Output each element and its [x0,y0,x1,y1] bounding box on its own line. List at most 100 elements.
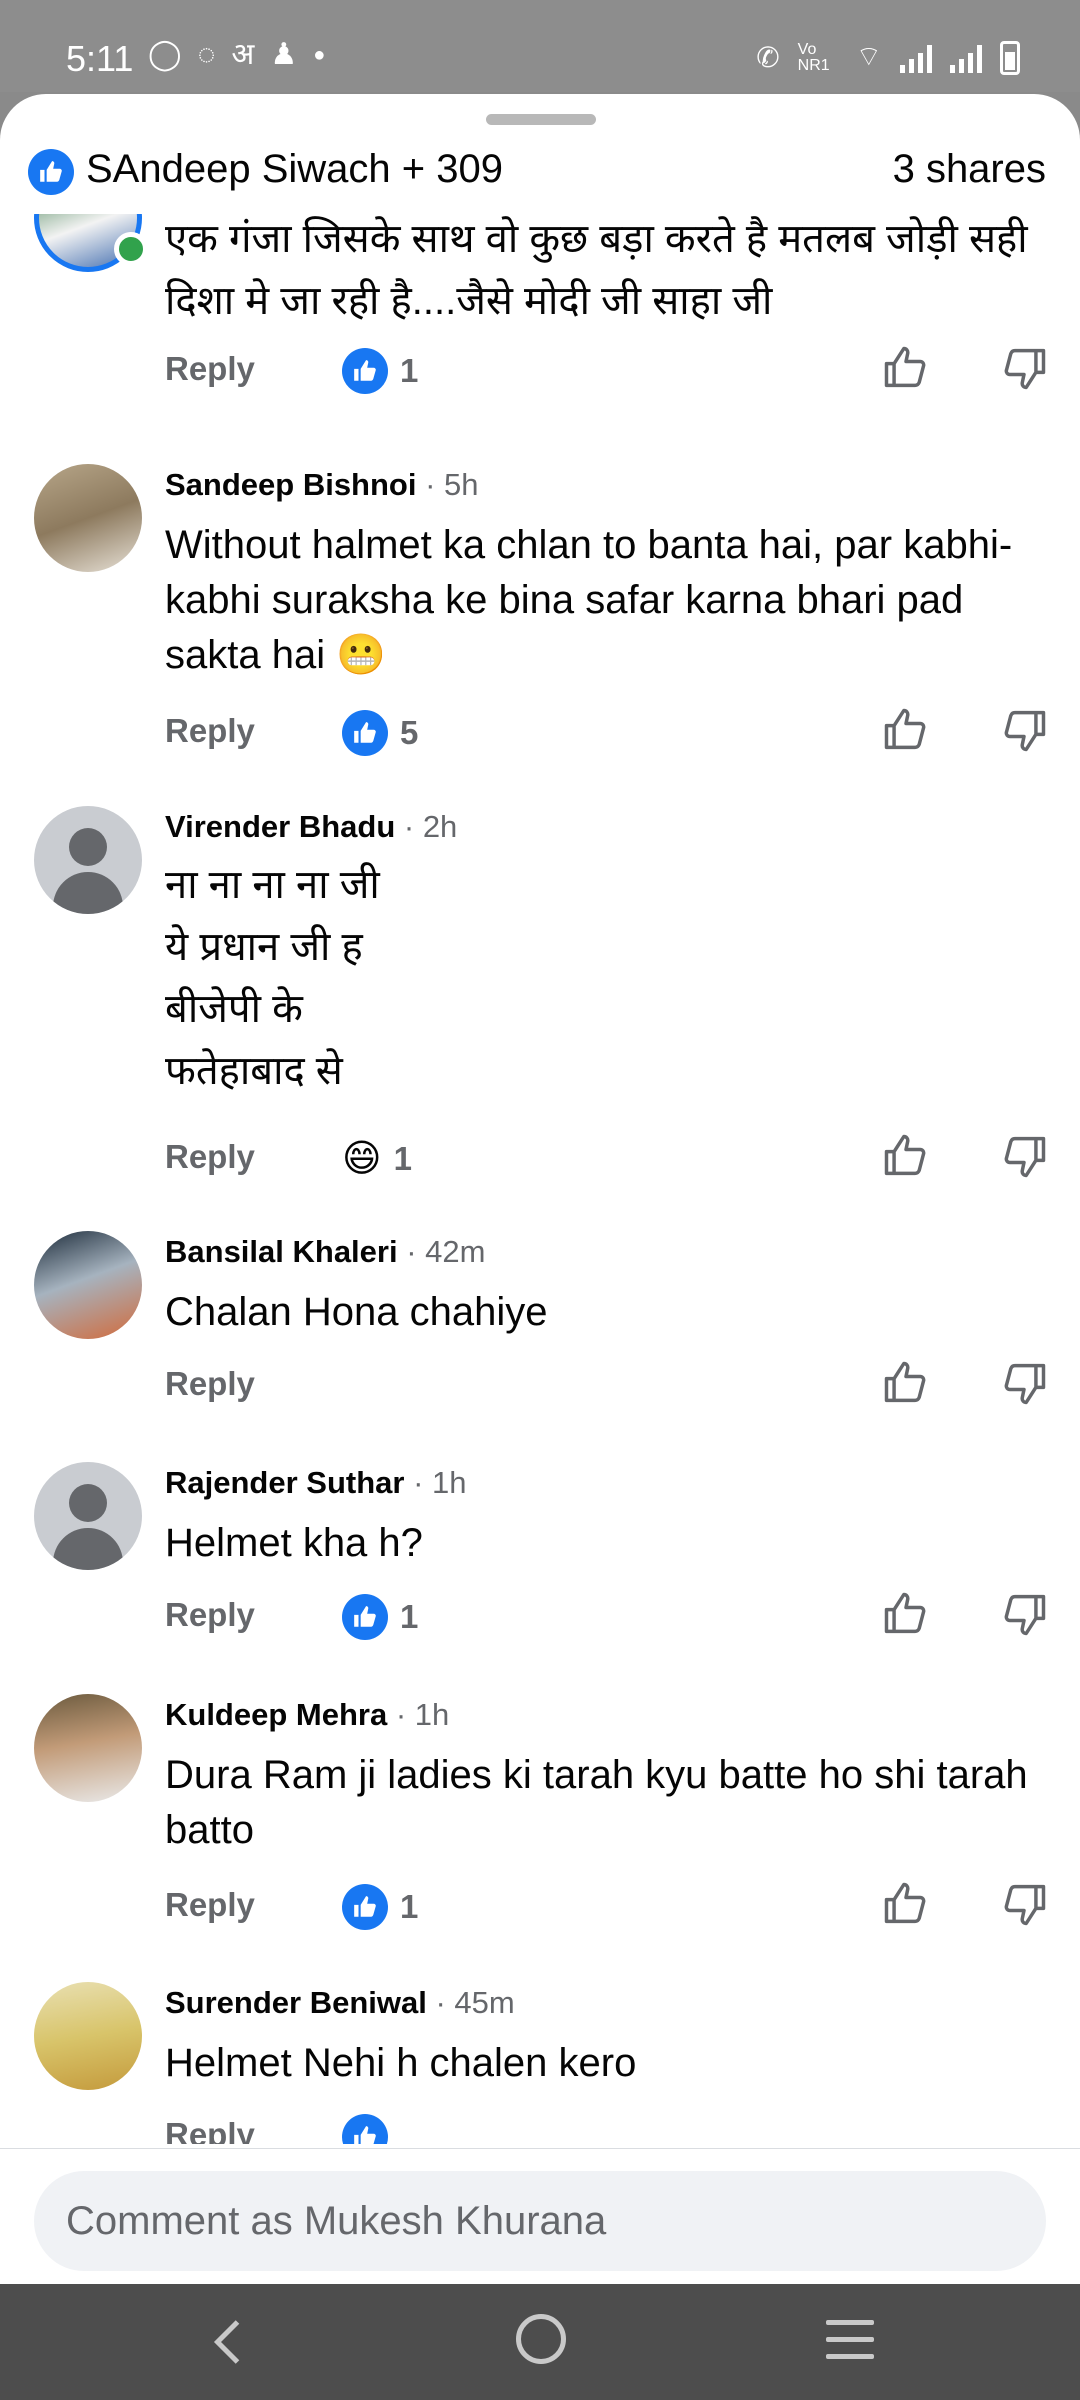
comment-author[interactable]: Surender Beniwal [165,1985,427,2020]
comment-item: Virender Bhadu · 2h ना ना ना ना जी ये प्… [0,806,1080,1196]
downvote-icon[interactable] [998,1588,1050,1640]
comment-line: फतेहाबाद से [165,1049,343,1093]
shares-count[interactable]: 3 shares [893,147,1046,192]
reply-button[interactable]: Reply [165,1365,255,1403]
signal-icon [950,43,982,73]
haha-reaction-icon: 😄 [342,1138,382,1180]
upvote-icon[interactable] [880,1588,932,1640]
reaction-summary[interactable]: 1 [342,1884,418,1930]
reaction-summary[interactable] [342,2114,388,2144]
online-status-icon [114,232,148,266]
comment-item: Kuldeep Mehra · 1h Dura Ram ji ladies ki… [0,1694,1080,1954]
comment-item: Bansilal Khaleri · 42m Chalan Hona chahi… [0,1231,1080,1431]
comment-line: ये प्रधान जी ह [165,925,363,969]
downvote-icon[interactable] [998,704,1050,756]
avatar[interactable] [34,1982,142,2090]
downvote-icon[interactable] [998,1130,1050,1182]
system-icons: ✆ Vo NR1 ⌔ [756,40,1020,75]
home-icon[interactable] [516,2314,566,2364]
comments-sheet: SAndeep Siwach + 309 3 shares एक गंजा जि… [0,94,1080,2284]
reaction-count: 1 [400,352,419,389]
wifi-icon: ⌔ [855,41,882,72]
upvote-icon[interactable] [880,704,932,756]
comment-input[interactable]: Comment as Mukesh Khurana [34,2171,1046,2271]
reaction-summary[interactable]: 😄 1 [342,1136,412,1182]
recents-icon[interactable] [826,2320,874,2360]
comments-list[interactable]: एक गंजा जिसके साथ वो कुछ बड़ा करते है मत… [0,214,1080,2144]
like-reaction-icon [342,710,388,756]
notification-icons: ◯ ◌ अ ♟ ● [148,40,325,70]
avatar[interactable] [34,806,142,914]
comment-text: Helmet kha h? [165,1521,423,1565]
comment-item: एक गंजा जिसके साथ वो कुछ बड़ा करते है मत… [0,214,1080,424]
comment-line: ना ना ना ना जी [165,863,380,907]
comment-time: · 45m [426,1985,515,2020]
reactors-summary[interactable]: SAndeep Siwach + 309 [86,147,503,192]
reaction-summary[interactable]: 5 [342,710,418,756]
signal-icon [900,43,932,73]
comment-text: Helmet Nehi h chalen kero [165,2041,637,2085]
like-reaction-icon [342,2114,388,2144]
downvote-icon[interactable] [998,342,1050,394]
comment-text: Chalan Hona chahiye [165,1290,548,1334]
status-time: 5:11 [66,38,134,79]
comment-author[interactable]: Kuldeep Mehra [165,1697,387,1732]
reply-button[interactable]: Reply [165,2116,255,2144]
downvote-icon[interactable] [998,1878,1050,1930]
reaction-summary[interactable]: 1 [342,1594,418,1640]
call-icon: ✆ [756,42,780,73]
comment-author[interactable]: Bansilal Khaleri [165,1234,398,1269]
avatar[interactable] [34,464,142,572]
comment-text: एक गंजा जिसके साथ वो कुछ बड़ा करते है मत… [165,217,1028,323]
comment-item: Rajender Suthar · 1h Helmet kha h? Reply… [0,1462,1080,1662]
upvote-icon[interactable] [880,1130,932,1182]
reaction-count: 5 [400,714,419,751]
reaction-summary[interactable]: 1 [342,348,418,394]
battery-icon [1000,40,1020,75]
comment-time: · 2h [395,809,458,844]
downvote-icon[interactable] [998,1357,1050,1409]
like-reaction-icon [342,1594,388,1640]
comment-line: बीजेपी के [165,987,303,1031]
back-icon[interactable] [200,2312,260,2372]
comment-composer-bar: Comment as Mukesh Khurana [0,2148,1080,2284]
whatsapp-icon: ◯ [148,38,182,71]
comment-text: ना ना ना ना जी ये प्रधान जी ह बीजेपी के … [165,854,1040,1102]
reaction-count: 1 [393,1140,412,1177]
like-reaction-icon [342,348,388,394]
like-reaction-icon [28,149,74,195]
comment-text: Dura Ram ji ladies ki tarah kyu batte ho… [165,1753,1028,1852]
comment-author[interactable]: Rajender Suthar [165,1465,404,1500]
reply-button[interactable]: Reply [165,1886,255,1924]
avatar[interactable] [34,1462,142,1570]
volte-icon: Vo NR1 [797,40,830,74]
reply-button[interactable]: Reply [165,1596,255,1634]
comment-time: · 1h [404,1465,467,1500]
reaction-count: 1 [400,1888,419,1925]
comment-text: Without halmet ka chlan to banta hai, pa… [165,523,1013,677]
comment-time: · 42m [397,1234,486,1269]
reaction-count: 1 [400,1598,419,1635]
comment-author[interactable]: Sandeep Bishnoi [165,467,416,502]
system-nav-bar [0,2284,1080,2400]
dot-icon: ● [313,44,326,66]
status-bar: 5:11 ◯ ◌ अ ♟ ● ✆ Vo NR1 ⌔ [0,0,1080,92]
comment-author[interactable]: Virender Bhadu [165,809,395,844]
reply-button[interactable]: Reply [165,1138,255,1176]
avatar[interactable] [34,1694,142,1802]
hindi-keyboard-icon: अ [231,38,255,71]
news-app-icon: ♟ [270,38,298,71]
avatar[interactable] [34,1231,142,1339]
upvote-icon[interactable] [880,1878,932,1930]
drag-handle[interactable] [486,114,596,125]
upvote-icon[interactable] [880,1357,932,1409]
comment-item: Surender Beniwal · 45m Helmet Nehi h cha… [0,1982,1080,2144]
comment-item: Sandeep Bishnoi · 5h Without halmet ka c… [0,464,1080,764]
like-reaction-icon [342,1884,388,1930]
comment-time: · 1h [387,1697,450,1732]
upvote-icon[interactable] [880,342,932,394]
reply-button[interactable]: Reply [165,350,255,388]
comment-time: · 5h [416,467,479,502]
reply-button[interactable]: Reply [165,712,255,750]
whatsapp-business-icon: ◌ [197,38,216,71]
